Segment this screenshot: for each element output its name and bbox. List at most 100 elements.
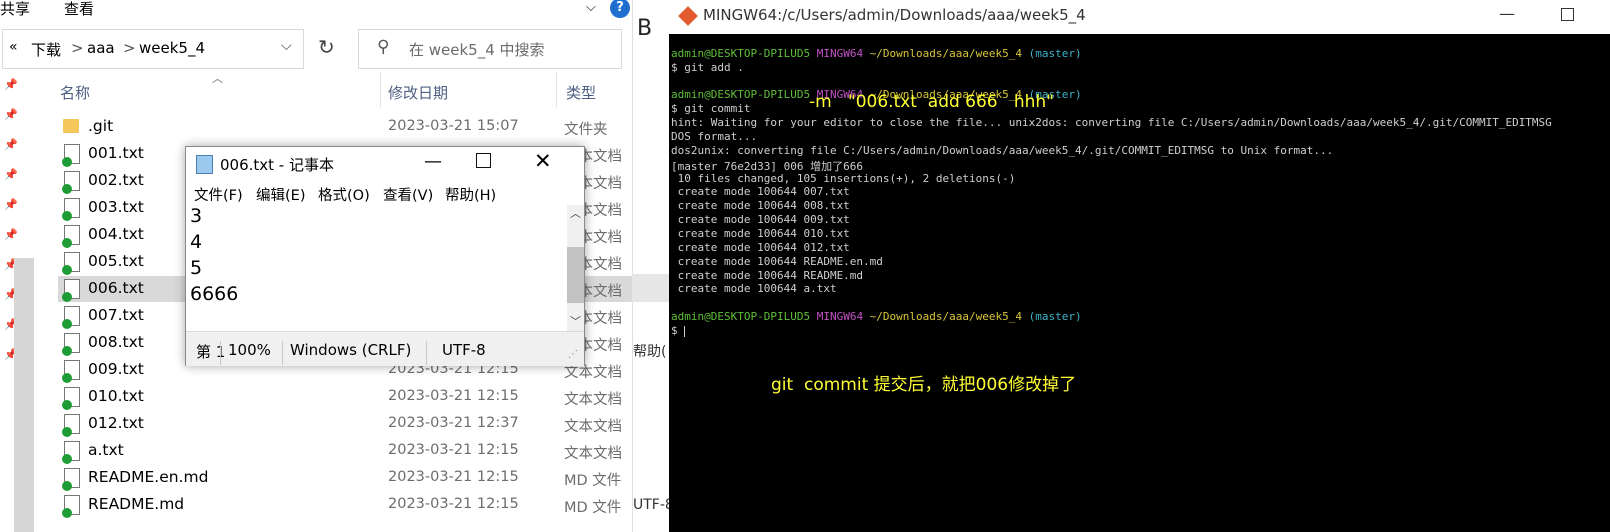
column-divider[interactable] xyxy=(380,72,381,108)
address-row: « 下载 > aaa > week5_4 ⌵ ↻ ⚲ 在 week5_4 中搜索 xyxy=(0,29,632,69)
notepad-text-area[interactable]: 3 4 5 6666 xyxy=(186,205,567,331)
scrollbar-thumb[interactable] xyxy=(567,247,584,303)
terminal-titlebar[interactable]: MINGW64:/c/Users/admin/Downloads/aaa/wee… xyxy=(669,0,1610,34)
text-file-icon xyxy=(62,252,80,275)
pin-icon[interactable]: 📌 xyxy=(4,168,18,181)
nav-pane-scrollbar[interactable] xyxy=(14,258,34,532)
status-divider xyxy=(220,341,221,365)
file-date: 2023-03-21 12:15 xyxy=(388,442,519,458)
output-line: create mode 100644 010.txt xyxy=(671,227,850,240)
notepad-titlebar[interactable]: 006.txt - 记事本 — ✕ xyxy=(186,147,584,181)
file-name: 003.txt xyxy=(88,198,144,216)
output-line: create mode 100644 009.txt xyxy=(671,213,850,226)
breadcrumb[interactable]: « 下载 > aaa > week5_4 ⌵ xyxy=(2,29,304,69)
file-name: 005.txt xyxy=(88,252,144,270)
file-row[interactable]: .git 2023-03-21 15:07 文件夹 xyxy=(58,114,632,140)
notepad-menubar: 文件(F) 编辑(E) 格式(O) 查看(V) 帮助(H) xyxy=(186,181,584,205)
ribbon-tab-share[interactable]: 共享 xyxy=(0,0,30,19)
file-type: 文件夹 xyxy=(564,122,608,138)
close-icon[interactable]: ✕ xyxy=(534,149,552,173)
resize-grip-icon[interactable]: ⋰ xyxy=(568,349,578,360)
pin-icon[interactable]: 📌 xyxy=(4,108,18,121)
file-date: 2023-03-21 12:15 xyxy=(388,496,519,512)
text-file-icon xyxy=(62,333,80,356)
file-name: 002.txt xyxy=(88,171,144,189)
search-placeholder: 在 week5_4 中搜索 xyxy=(409,41,545,59)
git-logo-icon xyxy=(678,6,698,26)
column-headers: ︿ 名称 修改日期 类型 xyxy=(0,72,632,108)
prompt-user: admin@DESKTOP-DPILUD5 xyxy=(671,47,811,60)
help-icon[interactable]: ? xyxy=(610,0,630,18)
search-input[interactable]: ⚲ 在 week5_4 中搜索 xyxy=(358,29,622,69)
output-line: DOS format... xyxy=(671,130,758,143)
prompt-user: admin@DESKTOP-DPILUD5 xyxy=(671,310,811,323)
file-name: 012.txt xyxy=(88,414,144,432)
file-type: MD 文件 xyxy=(564,500,622,516)
output-line: create mode 100644 012.txt xyxy=(671,241,850,254)
menu-file[interactable]: 文件(F) xyxy=(194,184,243,205)
terminal-output[interactable]: admin@DESKTOP-DPILUD5 MINGW64 ~/Download… xyxy=(669,34,1610,532)
scroll-up-icon[interactable]: ︿ xyxy=(570,205,581,221)
text-line: 4 xyxy=(190,231,203,253)
file-name: 010.txt xyxy=(88,387,144,405)
file-date: 2023-03-21 12:15 xyxy=(388,388,519,404)
menu-edit[interactable]: 编辑(E) xyxy=(256,184,305,205)
file-date: 2023-03-21 15:07 xyxy=(388,118,519,134)
scroll-down-icon[interactable]: ﹀ xyxy=(570,313,581,329)
chevron-right-icon: > xyxy=(123,39,136,57)
file-name: 007.txt xyxy=(88,306,144,324)
menu-view[interactable]: 查看(V) xyxy=(383,184,433,205)
column-divider[interactable] xyxy=(556,72,557,108)
column-header-date[interactable]: 修改日期 xyxy=(388,82,448,103)
minimize-icon[interactable]: — xyxy=(1499,4,1515,23)
chevron-down-icon[interactable]: ⌵ xyxy=(586,0,596,15)
file-row[interactable]: 012.txt 2023-03-21 12:37 文本文档 xyxy=(58,411,632,437)
file-date: 2023-03-21 12:15 xyxy=(388,469,519,485)
chevron-down-icon[interactable]: ⌵ xyxy=(281,38,292,54)
prompt-user: admin@DESKTOP-DPILUD5 xyxy=(671,88,811,101)
column-header-name[interactable]: 名称 xyxy=(60,82,90,103)
prompt-branch: (master) xyxy=(1028,47,1082,60)
breadcrumb-item-downloads[interactable]: 下载 xyxy=(31,39,61,60)
prompt-system: MINGW64 xyxy=(816,47,864,60)
maximize-icon[interactable] xyxy=(476,153,491,168)
text-file-icon xyxy=(62,279,80,302)
file-row[interactable]: a.txt 2023-03-21 12:15 文本文档 xyxy=(58,438,632,464)
maximize-icon[interactable] xyxy=(1561,8,1574,21)
file-name: 001.txt xyxy=(88,144,144,162)
ribbon-tab-view[interactable]: 查看 xyxy=(64,0,94,19)
status-divider xyxy=(282,341,283,365)
prompt-system: MINGW64 xyxy=(816,310,864,323)
text-file-icon xyxy=(62,306,80,329)
file-type: 文本文档 xyxy=(564,419,622,435)
refresh-icon[interactable]: ↻ xyxy=(318,35,335,59)
notepad-title: 006.txt - 记事本 xyxy=(220,156,334,174)
file-type: 文本文档 xyxy=(564,392,622,408)
folder-icon xyxy=(63,119,79,133)
background-window-strip: B 帮助( UTF-8 xyxy=(632,0,674,532)
column-header-type[interactable]: 类型 xyxy=(566,82,596,103)
chevron-right-icon: > xyxy=(71,39,84,57)
output-line: create mode 100644 008.txt xyxy=(671,199,850,212)
command-line: $ git commit xyxy=(671,102,751,115)
pin-icon[interactable]: 📌 xyxy=(4,198,18,211)
file-name: 008.txt xyxy=(88,333,144,351)
notepad-statusbar: 第 1 100% Windows (CRLF) UTF-8 ⋰ xyxy=(186,331,584,366)
prompt-path: ~/Downloads/aaa/week5_4 xyxy=(869,310,1023,323)
text-line: 6666 xyxy=(190,283,239,305)
text-cursor xyxy=(684,325,686,337)
menu-help[interactable]: 帮助(H) xyxy=(445,184,496,205)
background-toolbar xyxy=(632,274,669,302)
file-name: .git xyxy=(88,117,114,135)
text-file-icon xyxy=(62,225,80,248)
file-row[interactable]: 010.txt 2023-03-21 12:15 文本文档 xyxy=(58,384,632,410)
pin-icon[interactable]: 📌 xyxy=(4,228,18,241)
file-row[interactable]: README.en.md 2023-03-21 12:15 MD 文件 xyxy=(58,465,632,491)
pin-icon[interactable]: 📌 xyxy=(4,138,18,151)
breadcrumb-item-aaa[interactable]: aaa xyxy=(87,39,115,57)
minimize-icon[interactable]: — xyxy=(424,151,442,172)
back-history-icon[interactable]: « xyxy=(9,39,18,55)
file-row[interactable]: README.md 2023-03-21 12:15 MD 文件 xyxy=(58,492,632,518)
breadcrumb-item-week5_4[interactable]: week5_4 xyxy=(139,39,205,57)
menu-format[interactable]: 格式(O) xyxy=(318,184,370,205)
